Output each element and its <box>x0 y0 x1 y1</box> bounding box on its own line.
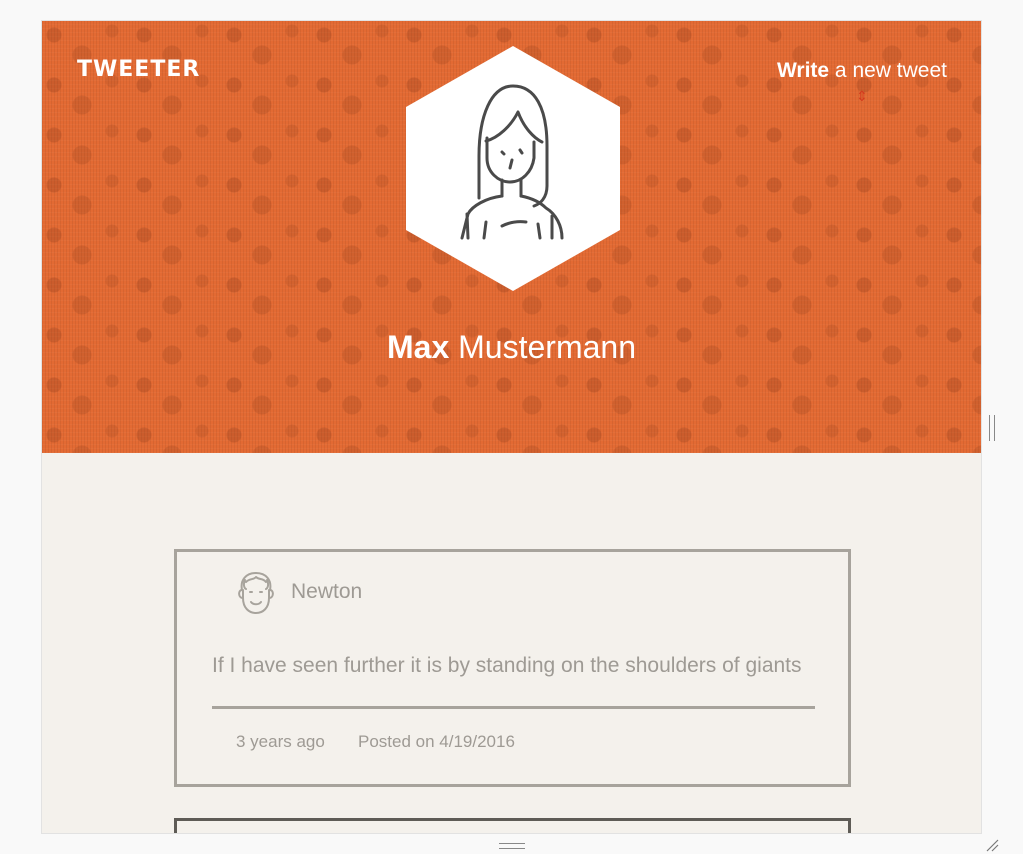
write-label-rest: a new tweet <box>829 59 947 82</box>
tweet-card-next <box>174 818 851 833</box>
last-name: Mustermann <box>449 329 636 365</box>
vertical-resize-handle[interactable] <box>989 415 995 441</box>
tweet-posted-date: Posted on 4/19/2016 <box>358 732 515 751</box>
tweet-card: Newton If I have seen further it is by s… <box>174 549 851 787</box>
expand-arrow-icon: ⇕ <box>856 88 868 104</box>
profile-name: Max Mustermann <box>42 329 981 366</box>
tweet-divider <box>212 706 815 709</box>
horizontal-resize-handle[interactable] <box>499 843 525 849</box>
newton-avatar-icon <box>238 572 274 614</box>
profile-avatar <box>406 46 620 291</box>
app-logo[interactable]: TWEETER <box>77 57 200 82</box>
tweet-author[interactable]: Newton <box>291 580 362 604</box>
write-tweet-link[interactable]: Write a new tweet ⇕ <box>777 59 947 103</box>
first-name: Max <box>387 329 450 365</box>
write-label-bold: Write <box>776 59 830 82</box>
tweet-text: If I have seen further it is by standing… <box>212 654 802 677</box>
app-frame: TWEETER Write a new tweet ⇕ Max Musterma… <box>41 20 982 834</box>
resize-corner-icon[interactable] <box>985 838 999 852</box>
tweet-relative-time: 3 years ago <box>236 732 325 751</box>
profile-header: TWEETER Write a new tweet ⇕ Max Musterma… <box>42 21 981 453</box>
